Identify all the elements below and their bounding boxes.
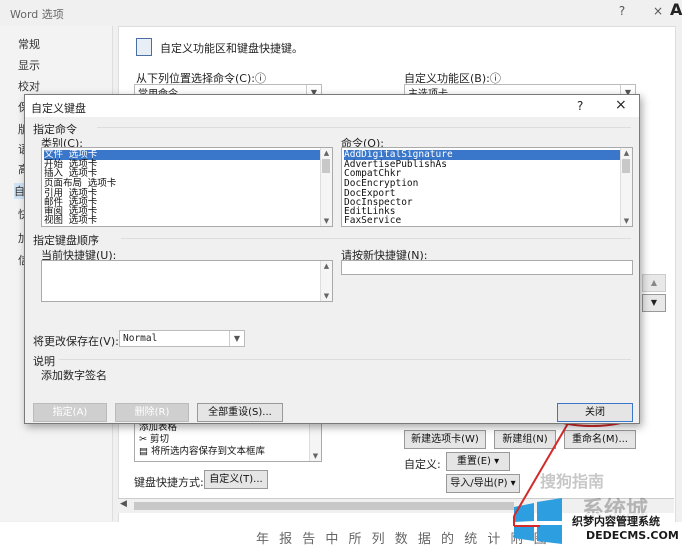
current-keys-list[interactable]: ▲ ▼ [41,260,333,302]
list-item[interactable]: ✂ 剪切 [139,435,169,445]
panel-header: 自定义功能区和键盘快捷键。 [160,42,303,55]
scroll-thumb[interactable] [622,159,630,173]
scroll-down-icon[interactable]: ▼ [310,451,321,461]
dialog-close-icon[interactable]: × [615,97,627,113]
categories-list[interactable]: 文件 选项卡 开始 选项卡 插入 选项卡 页面布局 选项卡 引用 选项卡 邮件 … [41,147,333,227]
save-in-value: Normal [123,333,158,344]
list-item[interactable]: 视图 选项卡 [44,216,97,226]
nav-item-display[interactable]: 显示 [18,57,40,73]
remove-button[interactable]: 删除(R) [115,403,189,422]
divider [121,238,631,239]
commands-list[interactable]: AddDigitalSignature AdvertisePublishAs C… [341,147,633,227]
document-icon [136,38,152,56]
annotation-arrow [513,419,571,527]
dialog-close-button[interactable]: 关闭 [557,403,633,422]
chevron-down-icon: ▼ [229,331,244,346]
save-in-label: 将更改保存在(V): [33,335,119,348]
scroll-thumb[interactable] [322,159,330,173]
customize-keyboard-dialog: 自定义键盘 ? × 指定命令 类别(C): 文件 选项卡 开始 选项卡 插入 选… [24,94,640,424]
dialog-title: 自定义键盘 [31,102,86,115]
help-button[interactable]: ? [612,4,632,20]
scrollbar[interactable]: ▲ ▼ [320,261,332,301]
keyboard-customize-button[interactable]: 自定义(T)... [204,470,268,489]
scrollbar[interactable]: ▼ [309,423,321,461]
scrollbar[interactable]: ▲ ▼ [320,148,332,226]
list-item[interactable]: FaxService [344,216,401,226]
textbox-icon: ▤ [139,446,151,457]
command-list[interactable]: 添加表格 ✂ 剪切 ▤ 将所选内容保存到文本框库 ▼ [134,422,322,462]
new-key-input[interactable] [341,260,633,275]
section-keyboard-sequence: 指定键盘顺序 [33,234,99,247]
divider [97,127,631,128]
window-title: Word 选项 [10,8,64,21]
dialog-help-button[interactable]: ? [577,99,583,113]
description-text: 添加数字签名 [41,369,107,382]
scroll-thumb[interactable] [134,502,514,510]
corner-letter: A [670,0,682,19]
scroll-up-icon[interactable]: ▲ [621,148,632,158]
save-in-select[interactable]: Normal ▼ [119,330,245,347]
nav-item-proofing[interactable]: 校对 [18,78,40,94]
list-item[interactable]: 添加表格 [139,423,177,433]
scissors-icon: ✂ [139,434,150,445]
keyboard-shortcuts-label: 键盘快捷方式: [134,476,204,489]
new-tab-button[interactable]: 新建选项卡(W) [404,430,486,449]
customize-label: 自定义: [404,458,441,471]
scroll-down-icon[interactable]: ▼ [321,291,332,301]
scrollbar[interactable]: ▲ ▼ [620,148,632,226]
scroll-up-icon[interactable]: ▲ [321,261,332,271]
move-up-button[interactable]: ▲ [642,274,666,292]
move-down-button[interactable]: ▼ [642,294,666,312]
reset-all-button[interactable]: 全部重设(S)... [197,403,283,422]
divider [59,359,631,360]
scroll-left-icon[interactable]: ◀ [120,499,127,509]
list-item[interactable]: ▤ 将所选内容保存到文本框库 [139,447,265,457]
scroll-down-icon[interactable]: ▼ [621,216,632,226]
close-icon[interactable]: × [648,4,668,20]
nav-item-general[interactable]: 常规 [18,36,40,52]
watermark-dede: 织梦内容管理系统 [572,513,660,529]
scroll-up-icon[interactable]: ▲ [321,148,332,158]
watermark-dedecms: DEDECMS.COM [586,529,679,542]
dialog-titlebar [25,95,639,117]
assign-button[interactable]: 指定(A) [33,403,107,422]
scroll-down-icon[interactable]: ▼ [321,216,332,226]
